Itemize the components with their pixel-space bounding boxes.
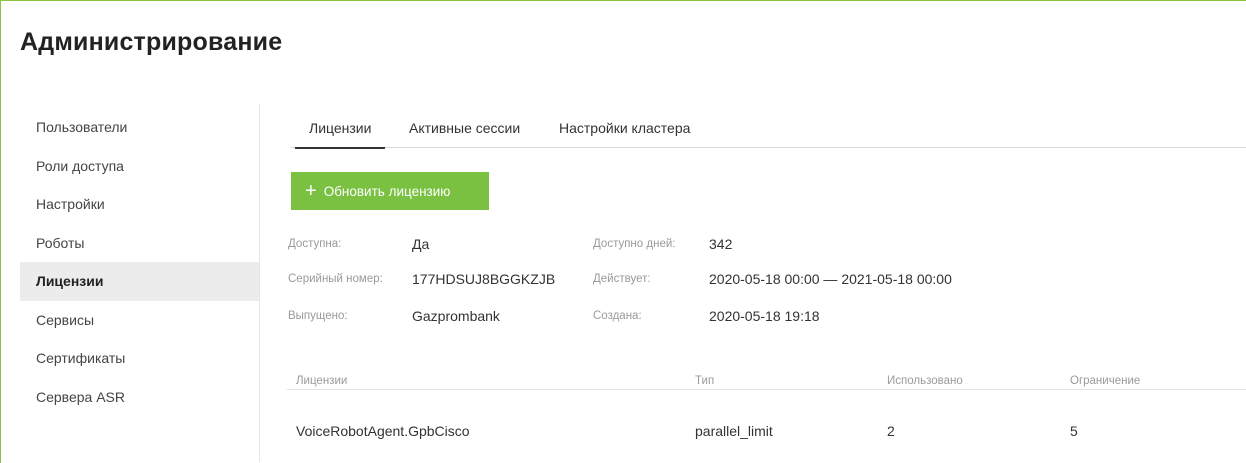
created-label: Создана: xyxy=(593,310,642,322)
update-license-button-label: Обновить лицензию xyxy=(323,183,451,199)
sidebar-item-users[interactable]: Пользователи xyxy=(20,108,260,147)
table-header-used: Использовано xyxy=(887,375,963,387)
update-license-button[interactable]: + Обновить лицензию xyxy=(291,172,489,210)
table-cell-limit: 5 xyxy=(1070,423,1078,439)
available-value: Да xyxy=(412,236,430,252)
table-header-limit: Ограничение xyxy=(1070,375,1141,387)
sidebar: Пользователи Роли доступа Настройки Робо… xyxy=(20,108,260,416)
plus-icon: + xyxy=(305,180,317,202)
days-label: Доступно дней: xyxy=(593,238,676,250)
table-header-divider xyxy=(287,389,1246,390)
sidebar-item-services[interactable]: Сервисы xyxy=(20,301,260,340)
tab-licenses[interactable]: Лицензии xyxy=(294,120,387,149)
tab-bar: Лицензии Активные сессии Настройки класт… xyxy=(291,112,1246,149)
created-value: 2020-05-18 19:18 xyxy=(709,308,820,324)
valid-value: 2020-05-18 00:00 — 2021-05-18 00:00 xyxy=(709,271,952,287)
table-header-licenses: Лицензии xyxy=(296,375,348,387)
serial-label: Серийный номер: xyxy=(288,273,383,285)
issued-label: Выпущено: xyxy=(288,310,348,322)
sidebar-divider xyxy=(259,104,260,462)
sidebar-item-asr-servers[interactable]: Сервера ASR xyxy=(20,378,260,417)
tab-active-sessions[interactable]: Активные сессии xyxy=(409,120,520,136)
page-title: Администрирование xyxy=(20,28,283,56)
table-cell-license: VoiceRobotAgent.GpbCisco xyxy=(296,423,470,439)
sidebar-item-settings[interactable]: Настройки xyxy=(20,185,260,224)
table-cell-used: 2 xyxy=(887,423,895,439)
sidebar-item-licenses[interactable]: Лицензии xyxy=(20,262,260,301)
serial-value: 177HDSUJ8BGGKZJB xyxy=(412,271,556,287)
tab-cluster-settings[interactable]: Настройки кластера xyxy=(559,120,690,136)
valid-label: Действует: xyxy=(593,273,651,285)
issued-value: Gazprombank xyxy=(412,308,500,324)
days-value: 342 xyxy=(709,236,733,252)
sidebar-item-robots[interactable]: Роботы xyxy=(20,224,260,263)
sidebar-item-certificates[interactable]: Сертификаты xyxy=(20,339,260,378)
sidebar-item-access-roles[interactable]: Роли доступа xyxy=(20,147,260,186)
available-label: Доступна: xyxy=(288,238,342,250)
table-header-type: Тип xyxy=(695,375,715,387)
table-cell-type: parallel_limit xyxy=(695,423,773,439)
